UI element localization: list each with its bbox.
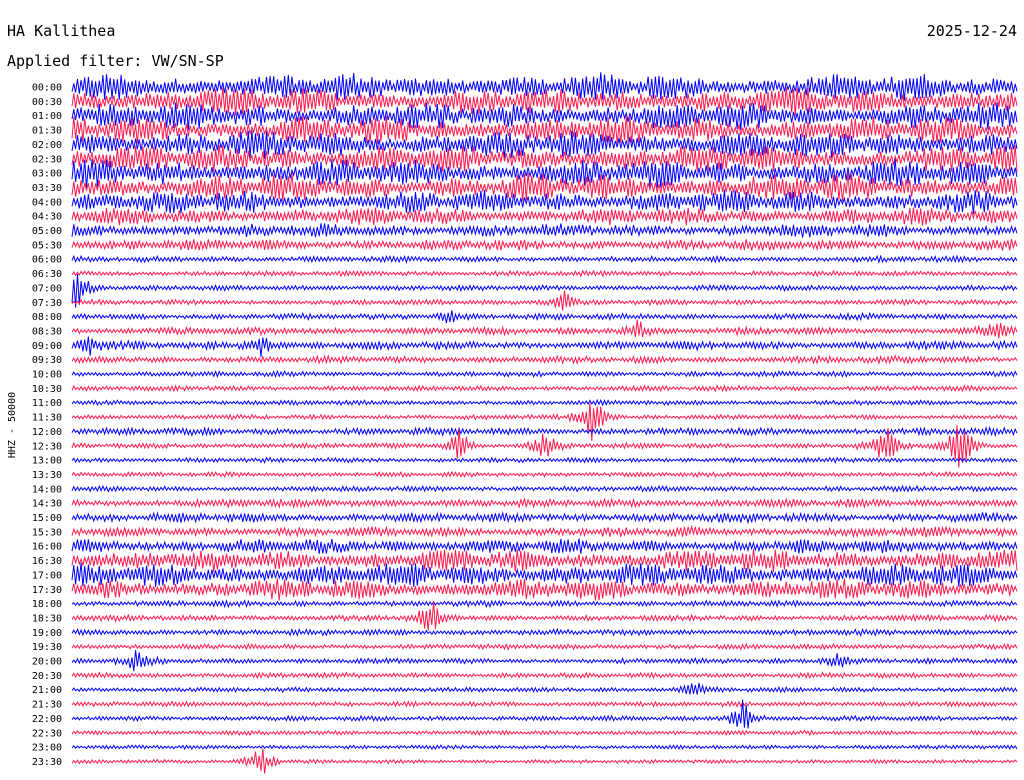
time-tick-label: 16:00 xyxy=(32,542,62,553)
time-tick-label: 21:30 xyxy=(32,700,62,711)
trace-line-0430 xyxy=(71,207,1018,226)
trace-line-1600 xyxy=(71,538,1018,554)
time-tick-label: 05:00 xyxy=(32,226,62,237)
time-tick-label: 18:00 xyxy=(32,599,62,610)
time-tick-label: 11:00 xyxy=(32,398,62,409)
trace-line-1200 xyxy=(71,425,1018,438)
trace-line-2100 xyxy=(71,682,1018,695)
time-tick-label: 17:00 xyxy=(32,570,62,581)
time-tick-label: 19:30 xyxy=(32,642,62,653)
time-tick-label: 13:00 xyxy=(32,456,62,467)
time-tick-label: 18:30 xyxy=(32,613,62,624)
time-tick-label: 13:30 xyxy=(32,470,62,481)
trace-line-1030 xyxy=(71,384,1018,393)
time-tick-label: 05:30 xyxy=(32,240,62,251)
trace-line-1800 xyxy=(71,599,1018,609)
time-tick-label: 06:00 xyxy=(32,255,62,266)
trace-line-1630 xyxy=(71,549,1018,573)
trace-line-1430 xyxy=(71,497,1018,509)
trace-line-2130 xyxy=(71,700,1018,708)
trace-line-0630 xyxy=(71,269,1018,278)
trace-line-2200 xyxy=(71,699,1018,729)
time-tick-label: 17:30 xyxy=(32,585,62,596)
trace-line-2230 xyxy=(71,729,1018,737)
time-tick-label: 19:00 xyxy=(32,628,62,639)
time-tick-label: 15:00 xyxy=(32,513,62,524)
trace-line-1300 xyxy=(71,456,1018,464)
y-axis-label: HHZ - 50000 xyxy=(7,392,18,458)
time-tick-label: 16:30 xyxy=(32,556,62,567)
trace-line-2000 xyxy=(71,649,1018,672)
time-tick-label: 06:30 xyxy=(32,269,62,280)
time-tick-label: 04:30 xyxy=(32,212,62,223)
time-tick-label: 23:00 xyxy=(32,743,62,754)
time-tick-label: 08:00 xyxy=(32,312,62,323)
trace-line-0830 xyxy=(71,319,1018,339)
trace-line-2030 xyxy=(71,671,1018,680)
trace-line-1000 xyxy=(71,369,1018,379)
time-tick-label: 02:00 xyxy=(32,140,62,151)
trace-line-2330 xyxy=(71,748,1018,774)
trace-line-1100 xyxy=(71,398,1018,407)
time-tick-label: 07:30 xyxy=(32,298,62,309)
time-tick-label: 14:30 xyxy=(32,499,62,510)
date-label: 2025-12-24 xyxy=(927,22,1017,40)
trace-line-1700 xyxy=(71,562,1018,587)
trace-line-1400 xyxy=(71,484,1018,493)
time-tick-label: 07:00 xyxy=(32,283,62,294)
time-tick-label: 21:00 xyxy=(32,685,62,696)
time-tick-label: 15:30 xyxy=(32,527,62,538)
time-tick-label: 11:30 xyxy=(32,413,62,424)
time-tick-label: 09:00 xyxy=(32,341,62,352)
time-tick-label: 03:30 xyxy=(32,183,62,194)
time-tick-label: 08:30 xyxy=(32,326,62,337)
trace-line-1930 xyxy=(71,642,1018,651)
time-tick-label: 22:00 xyxy=(32,714,62,725)
time-tick-label: 02:30 xyxy=(32,154,62,165)
time-tick-label: 09:30 xyxy=(32,355,62,366)
trace-line-0000 xyxy=(71,72,1018,101)
time-tick-label: 20:30 xyxy=(32,671,62,682)
time-tick-label: 10:00 xyxy=(32,370,62,381)
trace-line-1530 xyxy=(71,524,1018,539)
time-tick-label: 03:00 xyxy=(32,169,62,180)
time-tick-label: 12:00 xyxy=(32,427,62,438)
trace-line-0930 xyxy=(71,354,1018,366)
helicorder-chart: HA Kallithea 2025-12-24 Applied filter: … xyxy=(7,22,1018,774)
time-tick-labels: 00:00 00:30 01:00 01:30 02:00 02:30 03:00 03:30… xyxy=(32,83,62,768)
trace-line-0730 xyxy=(71,290,1018,311)
time-tick-label: 12:30 xyxy=(32,441,62,452)
trace-line-2300 xyxy=(71,744,1018,751)
trace-line-0600 xyxy=(71,254,1018,264)
time-tick-label: 20:00 xyxy=(32,657,62,668)
time-tick-label: 10:30 xyxy=(32,384,62,395)
trace-line-0900 xyxy=(71,336,1018,358)
time-tick-label: 22:30 xyxy=(32,728,62,739)
trace-line-1330 xyxy=(71,470,1018,479)
filter-label: Applied filter: VW/SN-SP xyxy=(7,52,224,70)
trace-line-0530 xyxy=(71,238,1018,252)
trace-line-1500 xyxy=(71,511,1018,525)
time-tick-label: 23:30 xyxy=(32,757,62,768)
time-tick-label: 01:30 xyxy=(32,126,62,137)
time-tick-label: 00:30 xyxy=(32,97,62,108)
trace-line-0700 xyxy=(71,273,1018,308)
trace-line-1900 xyxy=(71,627,1018,638)
time-tick-label: 04:00 xyxy=(32,197,62,208)
time-tick-label: 14:00 xyxy=(32,484,62,495)
station-title: HA Kallithea xyxy=(7,22,115,40)
trace-line-0800 xyxy=(71,310,1018,324)
seismic-traces xyxy=(71,72,1018,774)
trace-line-0500 xyxy=(71,223,1018,238)
time-tick-label: 00:00 xyxy=(32,83,62,94)
time-tick-label: 01:00 xyxy=(32,111,62,122)
